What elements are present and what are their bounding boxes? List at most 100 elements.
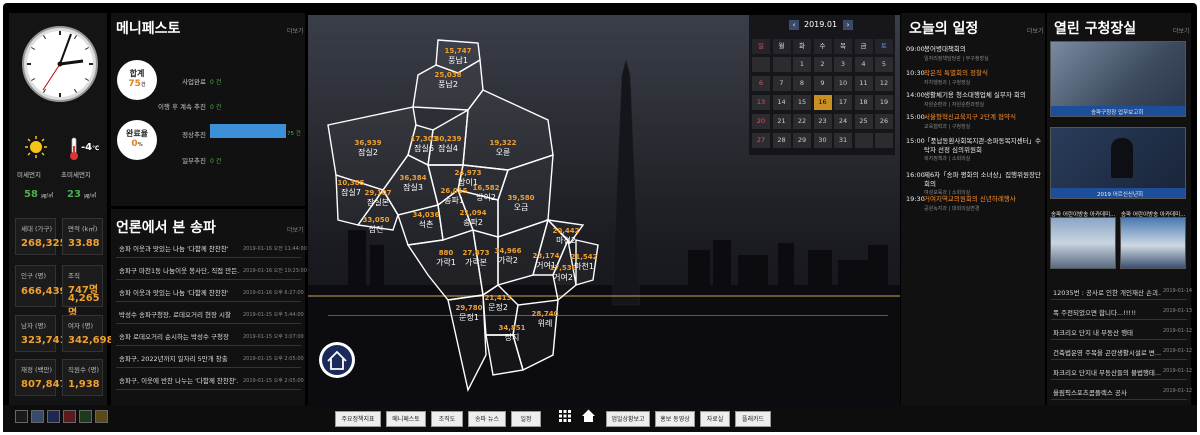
theme-swatch-navy[interactable]: [31, 410, 44, 423]
calendar-day[interactable]: 21: [772, 114, 791, 129]
calendar-day[interactable]: 26: [875, 114, 893, 129]
schedule-title[interactable]: 「풍납동환사회복지관-송파동복지센터」수탁자 선정 심의위원회: [924, 137, 1042, 155]
calendar-day[interactable]: 9: [813, 76, 832, 91]
calendar-day[interactable]: 2: [813, 57, 832, 72]
stat-finance[interactable]: 재정 (백만) 807,847: [15, 359, 67, 396]
nav-org-chart[interactable]: 조직도: [431, 411, 463, 427]
district-name[interactable]: 문정2: [488, 302, 508, 312]
calendar-day[interactable]: 19: [875, 95, 893, 110]
stat-area[interactable]: 면적 (k㎡) 33.88: [62, 218, 103, 255]
nav-manifesto[interactable]: 메니페스토: [386, 411, 426, 427]
office-photo-1[interactable]: 송파구청장 업무보고회: [1050, 41, 1186, 117]
calendar-day[interactable]: 31: [834, 133, 852, 148]
district-name[interactable]: 잠실2: [358, 147, 378, 157]
calendar-day[interactable]: 28: [772, 133, 791, 148]
district-name[interactable]: 삼전: [369, 224, 384, 234]
calendar-day[interactable]: 23: [813, 114, 832, 129]
calendar-day[interactable]: 30: [813, 133, 832, 148]
theme-swatch-green[interactable]: [79, 410, 92, 423]
theme-swatch-black[interactable]: [15, 410, 28, 423]
press-item[interactable]: 송파구, 이웃에 반찬 나누는 '다함께 찬찬찬'...: [119, 375, 239, 385]
nav-daily-report[interactable]: 업일상황보고: [606, 411, 650, 427]
office-item[interactable]: 폭 주전되었으면 합니다...!!!!!: [1053, 307, 1161, 317]
office-photo-3[interactable]: [1050, 217, 1116, 269]
office-item[interactable]: 올림픽스포츠콤플렉스 공사: [1053, 387, 1161, 397]
stat-female[interactable]: 여자 (명) 342,698: [62, 315, 114, 352]
calendar-day[interactable]: 24: [834, 114, 852, 129]
calendar-day[interactable]: 22: [793, 114, 811, 129]
manifesto-more-link[interactable]: 더보기: [287, 26, 304, 35]
grid-menu-icon[interactable]: [558, 409, 572, 423]
open-office-more-link[interactable]: 더보기: [1173, 26, 1190, 35]
press-item[interactable]: 송파 로데오거리 순시하는 박성수 구청장: [119, 331, 239, 341]
schedule-title[interactable]: 거여지역교의원회의 신년하례행사: [924, 195, 1042, 204]
district-name[interactable]: 잠실본: [367, 197, 389, 207]
office-photo-2[interactable]: 2019 어르신신년회: [1050, 127, 1186, 199]
nav-songpa-news[interactable]: 송파 뉴스: [468, 411, 506, 427]
district-name[interactable]: 석촌: [419, 219, 434, 229]
calendar-day[interactable]: 11: [854, 76, 873, 91]
schedule-title[interactable]: 제6차「송파 평화의 소녀상」집행위원장단 회의: [924, 171, 1042, 189]
calendar-day[interactable]: 25: [854, 114, 873, 129]
district-name[interactable]: 잠실7: [341, 187, 361, 197]
nav-placard[interactable]: 플래카드: [735, 411, 771, 427]
office-item[interactable]: 12035번 : 공사로 인한 개인재산 손괴...: [1053, 287, 1161, 297]
calendar-day[interactable]: 27: [752, 133, 770, 148]
calendar-next-button[interactable]: ›: [843, 20, 853, 30]
nav-archive[interactable]: 자료실: [700, 411, 730, 427]
district-name[interactable]: 문정1: [459, 312, 479, 322]
district-name[interactable]: 장지: [505, 332, 520, 342]
district-name[interactable]: 마천2: [556, 235, 576, 245]
stat-male[interactable]: 남자 (명) 323,741: [15, 315, 67, 352]
district-name[interactable]: 잠실3: [403, 182, 423, 192]
schedule-title[interactable]: 작은직 특별회의 정찰식: [924, 69, 1042, 78]
calendar-day[interactable]: 13: [752, 95, 770, 110]
district-name[interactable]: 가락1: [436, 257, 456, 267]
theme-swatch-brown[interactable]: [95, 410, 108, 423]
district-name[interactable]: 잠실4: [438, 143, 458, 153]
schedule-title[interactable]: 봉어병대책회의: [924, 45, 1042, 54]
calendar-prev-button[interactable]: ‹: [789, 20, 799, 30]
district-name[interactable]: 방이2: [476, 192, 496, 202]
office-item[interactable]: 건축법운영 주목을 곤란생활시설로 변...: [1053, 347, 1161, 357]
district-name[interactable]: 오금: [514, 203, 529, 212]
calendar-day[interactable]: 15: [793, 95, 811, 110]
press-item[interactable]: 송파구 마천1동 나눔이웃 봉사단, 직접 만든...: [119, 265, 239, 275]
calendar-day[interactable]: 5: [875, 57, 893, 72]
calendar-day[interactable]: 20: [752, 114, 770, 129]
schedule-more-link[interactable]: 더보기: [1027, 26, 1044, 35]
district-name[interactable]: 풍납1: [448, 56, 468, 65]
press-item[interactable]: 박성수 송파구청장, 로데오거리 현장 시찰: [119, 309, 239, 319]
calendar-day[interactable]: 29: [793, 133, 811, 148]
press-item[interactable]: 송파 이웃과 맛있는 나눔 '다함께 찬찬찬': [119, 243, 239, 253]
office-item[interactable]: 파크리오 단지내 부동산들의 불법행태...: [1053, 367, 1161, 377]
calendar-day[interactable]: 17: [834, 95, 852, 110]
calendar-day[interactable]: 14: [772, 95, 791, 110]
calendar-day[interactable]: 3: [834, 57, 852, 72]
calendar-day[interactable]: 18: [854, 95, 873, 110]
theme-swatch-blue[interactable]: [47, 410, 60, 423]
nav-policy-indicators[interactable]: 주요정책지표: [335, 411, 381, 427]
schedule-title[interactable]: 서울형혁신교육지구 2단계 협약식: [924, 113, 1042, 122]
district-name[interactable]: 송파1: [444, 196, 464, 205]
press-item[interactable]: 송파 이웃과 맛있는 나눔 '다함께 찬찬찬': [119, 287, 239, 297]
district-name[interactable]: 가락본: [465, 257, 487, 267]
district-name[interactable]: 거여2: [553, 272, 573, 282]
theme-swatch-red[interactable]: [63, 410, 76, 423]
office-photo-4[interactable]: [1120, 217, 1186, 269]
home-map-icon[interactable]: [317, 340, 357, 380]
nav-promo-video[interactable]: 홍보 동영상: [655, 411, 695, 427]
stat-organization[interactable]: 조직 747명 4,265명: [62, 265, 103, 319]
nav-schedule[interactable]: 일정: [511, 411, 541, 427]
calendar-day[interactable]: 4: [854, 57, 873, 72]
district-name[interactable]: 마천1: [574, 261, 594, 271]
stat-population[interactable]: 인구 (명) 666,439: [15, 265, 67, 307]
calendar-day[interactable]: 12: [875, 76, 893, 91]
press-item[interactable]: 송파구, 2022년까지 일자리 5만개 창출: [119, 353, 239, 363]
calendar-day[interactable]: 8: [793, 76, 811, 91]
calendar-day[interactable]: 7: [772, 76, 791, 91]
stat-staff[interactable]: 직원수 (명) 1,938: [62, 359, 103, 396]
calendar-day[interactable]: 1: [793, 57, 811, 72]
district-name[interactable]: 위례: [538, 318, 553, 328]
district-name[interactable]: 가락2: [498, 255, 518, 265]
